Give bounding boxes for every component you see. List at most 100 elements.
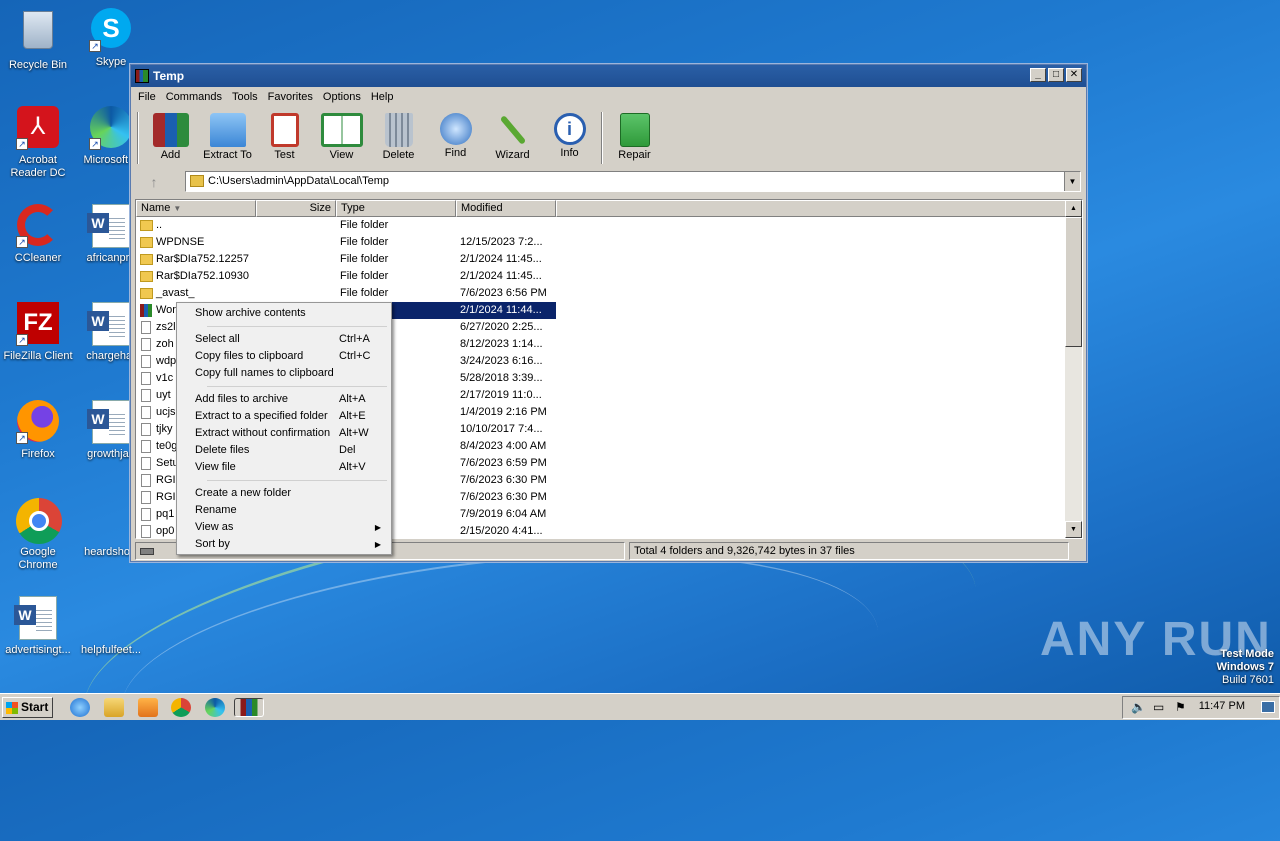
action-center-flag-icon[interactable]: ⚑ — [1175, 700, 1186, 714]
address-dropdown-button[interactable]: ▼ — [1064, 172, 1080, 191]
test-button[interactable]: Test — [256, 109, 313, 167]
menu-options[interactable]: Options — [318, 91, 366, 103]
column-size[interactable]: Size — [256, 200, 336, 217]
explorer-icon[interactable] — [104, 698, 124, 717]
show-desktop-icon[interactable] — [1261, 701, 1275, 713]
scroll-thumb[interactable] — [1065, 217, 1082, 347]
volume-icon[interactable]: 🔈 — [1131, 700, 1146, 714]
find-magnifier-icon — [439, 113, 472, 145]
context-menu-item[interactable]: Sort by ▶ — [179, 536, 389, 553]
column-modified[interactable]: Modified — [456, 200, 556, 217]
menu-tools[interactable]: Tools — [227, 91, 263, 103]
file-type: File folder — [340, 270, 389, 282]
system-tray: 🔈 ▭ ⚑ 11:47 PM — [1122, 696, 1280, 719]
context-menu-item[interactable]: Create a new folder — [179, 485, 389, 502]
desktop-icon-filezilla[interactable]: FZ ↗ FileZilla Client — [0, 302, 76, 363]
edge-icon[interactable] — [205, 698, 225, 717]
menu-item-shortcut: Ctrl+A — [339, 333, 370, 345]
file-row[interactable]: _avast_ File folder 7/6/2023 6:56 PM — [136, 285, 1082, 302]
desktop-icon-helpfulfeet[interactable]: helpfulfeet... — [73, 596, 149, 657]
scroll-up-button[interactable]: ▲ — [1065, 200, 1082, 217]
menu-favorites[interactable]: Favorites — [263, 91, 318, 103]
desktop-icon-firefox[interactable]: ↗ Firefox — [0, 400, 76, 461]
info-icon: i — [553, 113, 586, 145]
context-menu-item[interactable]: Extract to a specified folder Alt+E — [179, 408, 389, 425]
up-folder-button[interactable]: ↑ — [141, 172, 167, 192]
file-list-header: Name ▼ Size Type Modified — [136, 200, 1082, 217]
toolbar: Add Extract To Test View Delete Find Wiz… — [135, 109, 1081, 167]
context-menu-item[interactable]: Copy full names to clipboard — [179, 365, 389, 382]
file-name-text: WPDNSE — [156, 236, 205, 248]
desktop-icon-doc-advertising[interactable]: W advertisingt... — [0, 596, 76, 657]
desktop-icon-ccleaner[interactable]: ↗ CCleaner — [0, 204, 76, 265]
scroll-down-button[interactable]: ▼ — [1065, 521, 1082, 538]
info-button[interactable]: i Info — [541, 109, 598, 167]
file-row[interactable]: .. File folder — [136, 217, 1082, 234]
maximize-button[interactable]: □ — [1048, 68, 1064, 82]
file-icon — [141, 423, 151, 436]
minimize-button[interactable]: _ — [1030, 68, 1046, 82]
file-icon — [141, 457, 151, 470]
clock[interactable]: 11:47 PM — [1199, 700, 1245, 712]
column-filler — [556, 200, 1082, 217]
wizard-button[interactable]: Wizard — [484, 109, 541, 167]
winrar-icon[interactable] — [234, 698, 264, 717]
menu-item-label: View as — [195, 521, 234, 533]
drive-icon — [140, 548, 154, 555]
media-player-icon[interactable] — [138, 698, 158, 717]
menu-separator — [207, 386, 387, 387]
file-row[interactable]: WPDNSE File folder 12/15/2023 7:2... — [136, 234, 1082, 251]
view-button[interactable]: View — [313, 109, 370, 167]
column-name[interactable]: Name ▼ — [136, 200, 256, 217]
taskbar: Start 🔈 ▭ ⚑ 11:47 PM — [0, 693, 1280, 720]
menu-help[interactable]: Help — [366, 91, 399, 103]
extract-to-label: Extract To — [203, 149, 252, 161]
menu-item-label: Sort by — [195, 538, 230, 550]
desktop-icon-label: CCleaner — [14, 252, 62, 264]
desktop-icon-acrobat[interactable]: ⅄ ↗ Acrobat Reader DC — [0, 106, 76, 180]
menu-item-label: Show archive contents — [195, 307, 306, 319]
context-menu-item[interactable]: Extract without confirmation Alt+W — [179, 425, 389, 442]
context-menu-item[interactable]: Add files to archive Alt+A — [179, 391, 389, 408]
file-row[interactable]: Rar$DIa752.12257 File folder 2/1/2024 11:4… — [136, 251, 1082, 268]
menu-file[interactable]: File — [133, 91, 161, 103]
word-document-icon: W — [87, 204, 133, 248]
shortcut-arrow-icon: ↗ — [16, 236, 28, 248]
file-icon — [141, 474, 151, 487]
file-name-text: ucjs — [156, 406, 176, 418]
context-menu-item[interactable]: Select all Ctrl+A — [179, 331, 389, 348]
file-modified: 7/6/2023 6:59 PM — [460, 457, 547, 469]
file-modified: 12/15/2023 7:2... — [460, 236, 543, 248]
internet-explorer-icon[interactable] — [70, 698, 90, 717]
network-icon[interactable]: ▭ — [1153, 700, 1164, 714]
extract-to-button[interactable]: Extract To — [199, 109, 256, 167]
start-button[interactable]: Start — [2, 697, 53, 718]
file-icon — [141, 525, 151, 538]
context-menu-item[interactable]: Copy files to clipboard Ctrl+C — [179, 348, 389, 365]
repair-button[interactable]: Repair — [606, 109, 663, 167]
context-menu-item[interactable]: View as ▶ — [179, 519, 389, 536]
desktop-icon-chrome[interactable]: Google Chrome — [0, 498, 76, 572]
column-type[interactable]: Type — [336, 200, 456, 217]
context-menu-item[interactable]: Rename — [179, 502, 389, 519]
desktop-icon-skype[interactable]: S ↗ Skype — [73, 8, 149, 69]
context-menu-item[interactable]: Show archive contents — [179, 305, 389, 322]
file-row[interactable]: Rar$DIa752.10930 File folder 2/1/2024 11:4… — [136, 268, 1082, 285]
desktop-icon-label: Recycle Bin — [8, 59, 68, 71]
window-titlebar[interactable]: Temp _ □ ✕ — [131, 65, 1086, 87]
find-button[interactable]: Find — [427, 109, 484, 167]
delete-button[interactable]: Delete — [370, 109, 427, 167]
close-button[interactable]: ✕ — [1066, 68, 1082, 82]
context-menu-item[interactable]: Delete files Del — [179, 442, 389, 459]
context-menu-item[interactable]: View file Alt+V — [179, 459, 389, 476]
word-document-icon: W — [87, 302, 133, 346]
add-button[interactable]: Add — [142, 109, 199, 167]
shortcut-arrow-icon: ↗ — [89, 40, 101, 52]
view-label: View — [329, 149, 354, 161]
vertical-scrollbar[interactable]: ▲ ▼ — [1065, 200, 1082, 538]
address-field[interactable]: C:\Users\admin\AppData\Local\Temp ▼ — [185, 171, 1081, 192]
menu-commands[interactable]: Commands — [161, 91, 227, 103]
chrome-icon[interactable] — [171, 698, 191, 717]
word-document-icon: W — [87, 400, 133, 444]
desktop-icon-recycle-bin[interactable]: Recycle Bin — [0, 8, 76, 72]
